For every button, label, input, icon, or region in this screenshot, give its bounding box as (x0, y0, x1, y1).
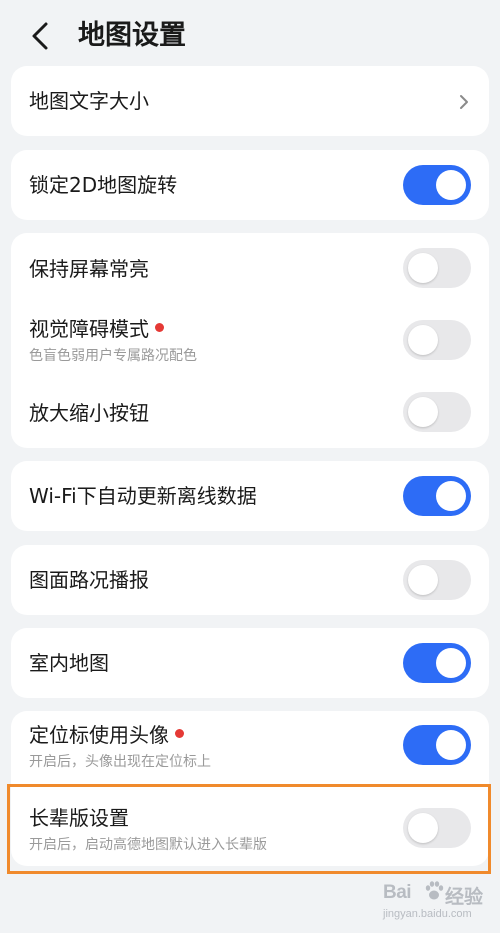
watermark: Bai 经验 jingyan.baidu.com (383, 880, 491, 928)
setting-row-traffic-broadcast: 图面路况播报 (11, 545, 489, 615)
setting-label: Wi-Fi下自动更新离线数据 (29, 484, 257, 508)
setting-label: 图面路况播报 (29, 568, 149, 592)
toggle-knob (436, 648, 466, 678)
setting-row-zoom-buttons: 放大缩小按钮 (11, 377, 489, 448)
setting-label: 保持屏幕常亮 (29, 257, 149, 281)
elder-mode-toggle[interactable] (403, 808, 471, 848)
setting-label: 室内地图 (29, 651, 109, 675)
settings-card-text-size: 地图文字大小 (11, 66, 489, 136)
setting-label-text: 定位标使用头像 (29, 723, 169, 747)
setting-row-avatar-marker: 定位标使用头像 开启后，头像出现在定位标上 (11, 711, 489, 783)
toggle-knob (436, 730, 466, 760)
setting-row-indoor-map: 室内地图 (11, 628, 489, 698)
paw-icon (425, 881, 444, 900)
setting-label: 长辈版设置 (29, 806, 129, 830)
toggle-knob (408, 325, 438, 355)
traffic-broadcast-toggle[interactable] (403, 560, 471, 600)
settings-card-display: 保持屏幕常亮 视觉障碍模式 色盲色弱用户专属路况配色 放大缩小按钮 (11, 233, 489, 448)
new-badge-dot (175, 729, 184, 738)
keep-screen-on-toggle[interactable] (403, 248, 471, 288)
watermark-logo-text: Bai (383, 882, 412, 903)
setting-label: 地图文字大小 (29, 89, 149, 113)
wifi-update-toggle[interactable] (403, 476, 471, 516)
setting-label: 定位标使用头像 (29, 721, 184, 749)
settings-card-wifi: Wi-Fi下自动更新离线数据 (11, 461, 489, 531)
setting-row-visual-mode: 视觉障碍模式 色盲色弱用户专属路况配色 (11, 305, 489, 377)
setting-label: 视觉障碍模式 (29, 315, 164, 343)
setting-row-elder-mode: 长辈版设置 开启后，启动高德地图默认进入长辈版 (11, 794, 489, 866)
toggle-knob (436, 170, 466, 200)
zoom-buttons-toggle[interactable] (403, 392, 471, 432)
back-button[interactable] (26, 16, 58, 56)
avatar-marker-toggle[interactable] (403, 725, 471, 765)
settings-card-lock: 锁定2D地图旋转 (11, 150, 489, 220)
toggle-knob (408, 813, 438, 843)
new-badge-dot (155, 323, 164, 332)
setting-label-text: 视觉障碍模式 (29, 317, 149, 341)
visual-mode-toggle[interactable] (403, 320, 471, 360)
chevron-right-icon (460, 95, 468, 109)
settings-card-marker: 定位标使用头像 开启后，头像出现在定位标上 长辈版设置 开启后，启动高德地图默认… (11, 711, 489, 866)
watermark-brand: 经验 (445, 886, 484, 908)
toggle-knob (408, 253, 438, 283)
setting-label: 锁定2D地图旋转 (29, 173, 178, 197)
setting-row-keep-screen-on: 保持屏幕常亮 (11, 233, 489, 305)
setting-label: 放大缩小按钮 (29, 401, 149, 425)
setting-description: 色盲色弱用户专属路况配色 (29, 348, 197, 364)
indoor-map-toggle[interactable] (403, 643, 471, 683)
toggle-knob (408, 565, 438, 595)
settings-card-indoor: 室内地图 (11, 628, 489, 698)
chevron-left-icon (32, 22, 48, 50)
toggle-knob (436, 481, 466, 511)
page-title: 地图设置 (78, 20, 186, 51)
setting-description: 开启后，启动高德地图默认进入长辈版 (29, 837, 267, 853)
setting-row-lock-2d: 锁定2D地图旋转 (11, 150, 489, 220)
settings-card-traffic: 图面路况播报 (11, 545, 489, 615)
header: 地图设置 (0, 0, 500, 70)
watermark-url: jingyan.baidu.com (383, 908, 472, 920)
toggle-knob (408, 397, 438, 427)
setting-row-text-size[interactable]: 地图文字大小 (11, 66, 489, 136)
lock-2d-toggle[interactable] (403, 165, 471, 205)
setting-description: 开启后，头像出现在定位标上 (29, 754, 211, 770)
setting-row-wifi-update: Wi-Fi下自动更新离线数据 (11, 461, 489, 531)
